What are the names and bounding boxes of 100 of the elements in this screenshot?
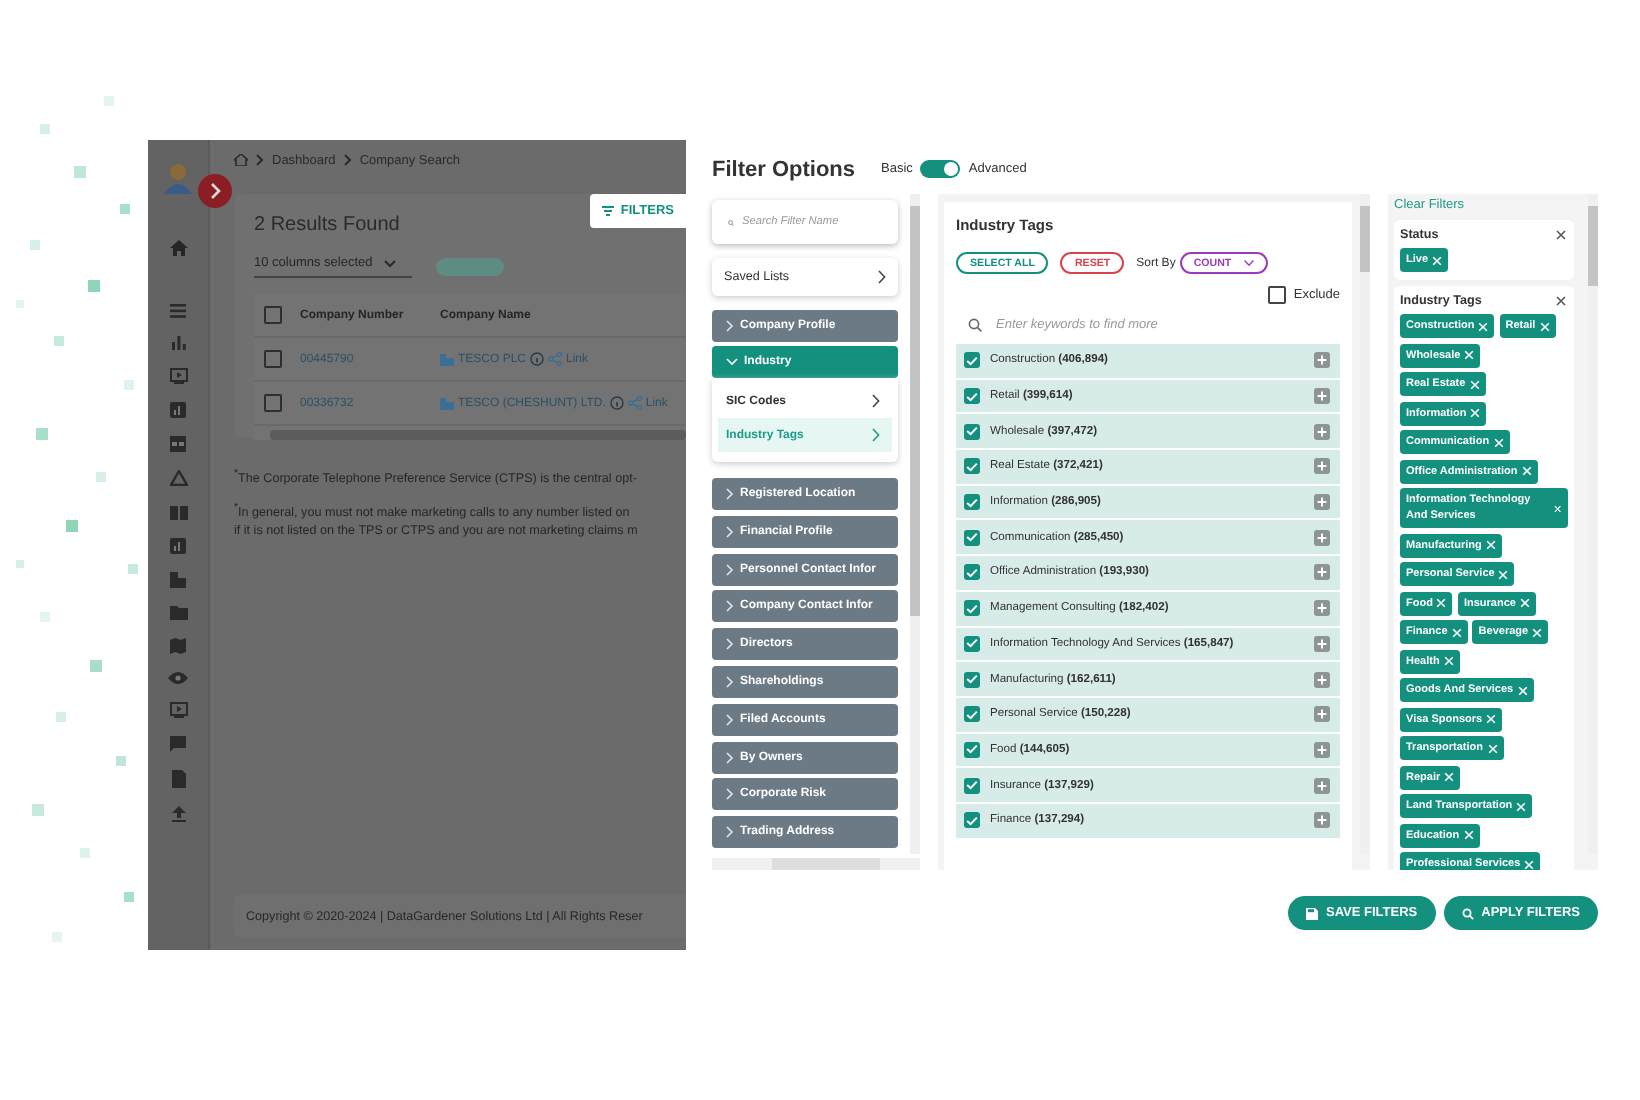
- plus-icon[interactable]: [1314, 494, 1330, 511]
- search-icon: [1461, 907, 1474, 919]
- triangle-icon[interactable]: [169, 470, 187, 486]
- check-icon: [966, 497, 978, 508]
- chevron-right-icon: [878, 269, 886, 284]
- upload-icon[interactable]: [171, 806, 185, 822]
- checkbox[interactable]: [964, 741, 980, 758]
- chevron-right-icon: [872, 428, 880, 443]
- plus-icon[interactable]: [1314, 741, 1330, 758]
- check-icon: [966, 815, 978, 826]
- check-icon: [966, 780, 978, 791]
- chevron-down-icon: [726, 358, 738, 367]
- checkbox[interactable]: [964, 388, 980, 405]
- check-icon: [966, 461, 978, 472]
- folder-icon[interactable]: [169, 606, 187, 620]
- chart-icon[interactable]: [170, 402, 186, 418]
- table-icon[interactable]: [170, 436, 186, 452]
- home-icon[interactable]: [234, 154, 248, 166]
- checkbox[interactable]: [264, 306, 282, 324]
- checkbox[interactable]: [264, 394, 282, 412]
- building-icon: [440, 353, 454, 365]
- check-icon: [966, 355, 978, 366]
- list-icon[interactable]: [170, 304, 186, 318]
- checkbox[interactable]: [964, 564, 980, 581]
- chevron-right-icon: [726, 319, 734, 332]
- scrollbar[interactable]: [1360, 194, 1370, 854]
- check-icon: [966, 674, 978, 685]
- chevron-right-icon: [726, 788, 734, 801]
- caret-icon: [384, 259, 397, 267]
- checkbox[interactable]: [964, 352, 980, 369]
- chevron-right-icon: [726, 675, 734, 688]
- scrollbar[interactable]: [910, 194, 920, 854]
- checkbox[interactable]: [964, 635, 980, 652]
- checkbox[interactable]: [964, 423, 980, 440]
- plus-icon[interactable]: [1314, 671, 1330, 688]
- breadcrumb-separator: [343, 154, 352, 166]
- eye-icon[interactable]: [168, 672, 188, 684]
- checkbox[interactable]: [964, 812, 980, 829]
- check-icon: [966, 567, 978, 578]
- chevron-right-icon: [726, 525, 734, 538]
- message-icon[interactable]: [170, 736, 186, 752]
- chevron-right-icon: [726, 826, 734, 839]
- plus-icon[interactable]: [1314, 777, 1330, 794]
- chevron-right-button[interactable]: [198, 174, 232, 208]
- plus-icon[interactable]: [1314, 635, 1330, 652]
- checkbox[interactable]: [1267, 286, 1286, 304]
- checkbox[interactable]: [964, 671, 980, 688]
- checkbox[interactable]: [964, 777, 980, 794]
- info-icon[interactable]: [530, 352, 545, 366]
- plus-icon[interactable]: [1314, 706, 1330, 723]
- monitor-icon[interactable]: [169, 368, 187, 384]
- close-icon[interactable]: [1556, 296, 1566, 306]
- checkbox[interactable]: [964, 458, 980, 475]
- plus-icon[interactable]: [1314, 423, 1330, 440]
- caret-icon: [1243, 260, 1254, 266]
- checkbox[interactable]: [964, 529, 980, 546]
- book-icon[interactable]: [169, 504, 187, 520]
- plus-icon[interactable]: [1314, 812, 1330, 829]
- check-icon: [966, 426, 978, 437]
- chevron-right-icon: [872, 394, 880, 409]
- map-icon[interactable]: [170, 638, 186, 654]
- chevron-right-icon: [726, 638, 734, 651]
- chevron-right-icon: [726, 713, 734, 726]
- scrollbar[interactable]: [712, 858, 920, 870]
- filter-icon: [602, 206, 615, 216]
- plus-icon[interactable]: [1314, 458, 1330, 475]
- avatar-icon: [164, 162, 192, 194]
- scrollbar[interactable]: [270, 430, 686, 440]
- monitor-icon[interactable]: [169, 702, 187, 718]
- checkbox[interactable]: [964, 494, 980, 511]
- check-icon: [966, 744, 978, 755]
- checkbox[interactable]: [264, 350, 282, 368]
- info-icon[interactable]: [609, 396, 624, 410]
- chevron-right-icon: [726, 487, 734, 500]
- check-icon: [966, 391, 978, 402]
- plus-icon[interactable]: [1314, 388, 1330, 405]
- plus-icon[interactable]: [1314, 529, 1330, 546]
- check-icon: [966, 638, 978, 649]
- chevron-right-icon: [726, 751, 734, 764]
- plus-icon[interactable]: [1314, 600, 1330, 617]
- bar-chart-icon[interactable]: [171, 336, 185, 350]
- check-icon: [966, 709, 978, 720]
- mode-switch[interactable]: [920, 160, 961, 178]
- breadcrumb-separator: [256, 154, 264, 166]
- checkbox[interactable]: [964, 600, 980, 617]
- checkbox[interactable]: [964, 706, 980, 723]
- building-icon: [440, 397, 454, 409]
- plus-icon[interactable]: [1314, 352, 1330, 369]
- panel-title: Filter Options: [712, 157, 855, 181]
- home-icon[interactable]: [169, 240, 187, 256]
- chevron-right-icon: [726, 563, 734, 576]
- scrollbar[interactable]: [1588, 194, 1598, 854]
- building-icon[interactable]: [170, 572, 186, 588]
- plus-icon[interactable]: [1314, 564, 1330, 581]
- check-icon: [966, 532, 978, 543]
- close-icon[interactable]: [1556, 230, 1566, 240]
- search-icon: [728, 215, 734, 229]
- document-icon[interactable]: [171, 770, 185, 788]
- chevron-right-icon: [726, 600, 734, 613]
- chart-icon[interactable]: [170, 538, 186, 554]
